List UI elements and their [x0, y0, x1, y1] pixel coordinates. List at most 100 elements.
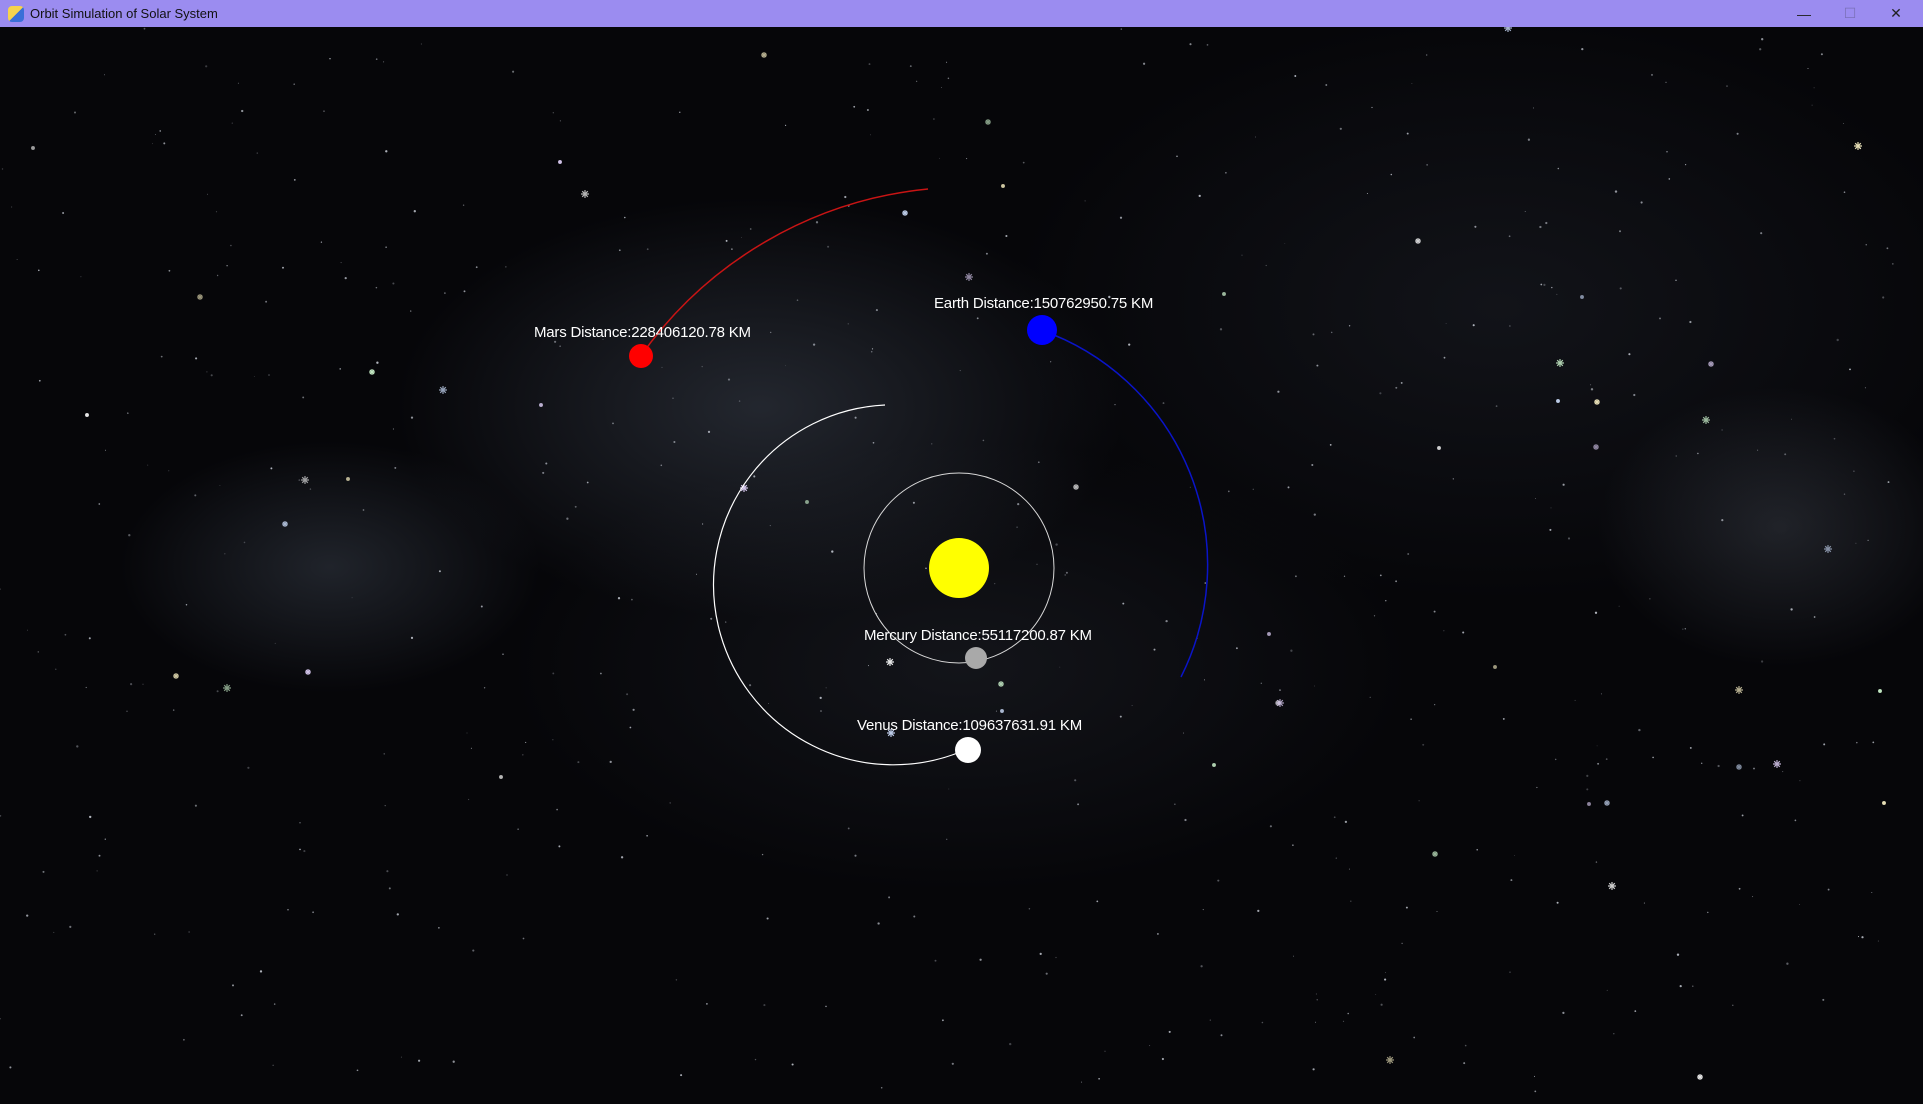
dust-star	[1605, 758, 1608, 760]
dust-star	[995, 710, 997, 712]
dust-star	[376, 361, 379, 364]
dust-star	[1472, 324, 1475, 327]
dust-star	[1689, 746, 1692, 749]
dust-star	[80, 276, 82, 278]
dust-star	[976, 317, 979, 320]
dust-star	[1311, 463, 1314, 467]
dust-star	[1676, 953, 1680, 956]
dust-star	[912, 501, 915, 504]
sparkle-star	[301, 476, 309, 484]
dust-star	[247, 766, 250, 769]
dust-star	[375, 286, 378, 289]
dust-star	[396, 913, 399, 916]
dust-star	[941, 86, 942, 88]
dust-star	[1348, 868, 1350, 870]
dust-star	[1254, 136, 1257, 138]
dust-star	[127, 412, 129, 414]
dust-star	[38, 269, 40, 272]
dust-star	[871, 348, 874, 350]
dust-star	[1252, 488, 1254, 490]
dust-star	[1509, 325, 1511, 327]
sparkle-star	[558, 160, 562, 164]
dust-star	[1074, 779, 1077, 782]
dust-star	[680, 1074, 683, 1077]
dust-star	[1590, 388, 1594, 391]
earth-planet[interactable]	[1027, 315, 1057, 345]
dust-star	[946, 838, 948, 840]
sun[interactable]	[929, 538, 989, 598]
dust-star	[672, 397, 674, 399]
dust-star	[880, 1087, 883, 1089]
app-window: Orbit Simulation of Solar System — ☐ ✕ M…	[0, 0, 1923, 1104]
title-bar[interactable]: Orbit Simulation of Solar System — ☐ ✕	[0, 0, 1923, 27]
dust-star	[1843, 493, 1846, 495]
dust-star	[1533, 1075, 1536, 1077]
dust-star	[1887, 481, 1890, 484]
dust-star	[868, 63, 871, 66]
dust-star	[1077, 803, 1080, 806]
dust-star	[825, 687, 827, 689]
dust-star	[1649, 598, 1651, 600]
dust-star	[1717, 764, 1720, 768]
dust-star	[26, 914, 29, 917]
dust-star	[143, 27, 146, 30]
dust-star	[168, 470, 170, 472]
sparkle-star	[1773, 760, 1781, 768]
dust-star	[1290, 649, 1293, 652]
dust-star	[0, 1018, 1, 1020]
dust-star	[552, 739, 554, 741]
dust-star	[385, 246, 387, 248]
dust-star	[293, 83, 295, 85]
dust-star	[206, 371, 208, 373]
close-button[interactable]: ✕	[1873, 0, 1919, 27]
dust-star	[1098, 1077, 1100, 1080]
venus-planet[interactable]	[955, 737, 981, 763]
dust-star	[185, 604, 188, 606]
minimize-button[interactable]: —	[1781, 0, 1827, 27]
dust-star	[1665, 81, 1667, 83]
maximize-button[interactable]: ☐	[1827, 0, 1873, 27]
dust-star	[1791, 418, 1792, 420]
dust-star	[159, 130, 161, 132]
dust-star	[761, 853, 764, 856]
dust-star	[1260, 682, 1262, 684]
dust-star	[870, 350, 873, 353]
dust-star	[632, 708, 635, 711]
dust-star	[1833, 437, 1836, 440]
dust-star	[1581, 47, 1584, 51]
sparkle-star	[499, 775, 503, 779]
dust-star	[1799, 780, 1801, 782]
dust-star	[1535, 498, 1537, 500]
dust-star	[1443, 356, 1446, 359]
dust-star	[1209, 1019, 1211, 1021]
dust-star	[626, 693, 629, 696]
dust-star	[1315, 993, 1317, 995]
dust-star	[1119, 216, 1123, 219]
dust-star	[1189, 486, 1191, 488]
dust-star	[183, 1038, 185, 1041]
dust-star	[1550, 507, 1552, 509]
dust-star	[240, 1014, 243, 1017]
mars-planet[interactable]	[629, 344, 653, 368]
dust-star	[1445, 323, 1447, 325]
dust-star	[870, 134, 872, 136]
mercury-planet[interactable]	[965, 647, 987, 669]
dust-star	[1813, 616, 1816, 618]
dust-star	[545, 462, 548, 465]
earth-distance-label: Earth Distance:150762950.75 KM	[934, 295, 1154, 312]
dust-star	[725, 621, 727, 623]
dust-star	[55, 668, 57, 670]
dust-star	[985, 252, 988, 255]
dust-star	[152, 143, 153, 145]
dust-star	[1269, 825, 1272, 828]
dust-star	[329, 58, 331, 60]
dust-star	[1668, 178, 1671, 180]
dust-star	[383, 61, 385, 63]
dust-star	[467, 798, 470, 801]
dust-star	[1284, 242, 1286, 244]
simulation-canvas[interactable]: Mars Distance:228406120.78 KM Earth Dist…	[0, 27, 1923, 1104]
dust-star	[1384, 978, 1387, 981]
dust-star	[631, 598, 633, 601]
dust-star	[866, 108, 869, 112]
dust-star	[1786, 962, 1789, 965]
